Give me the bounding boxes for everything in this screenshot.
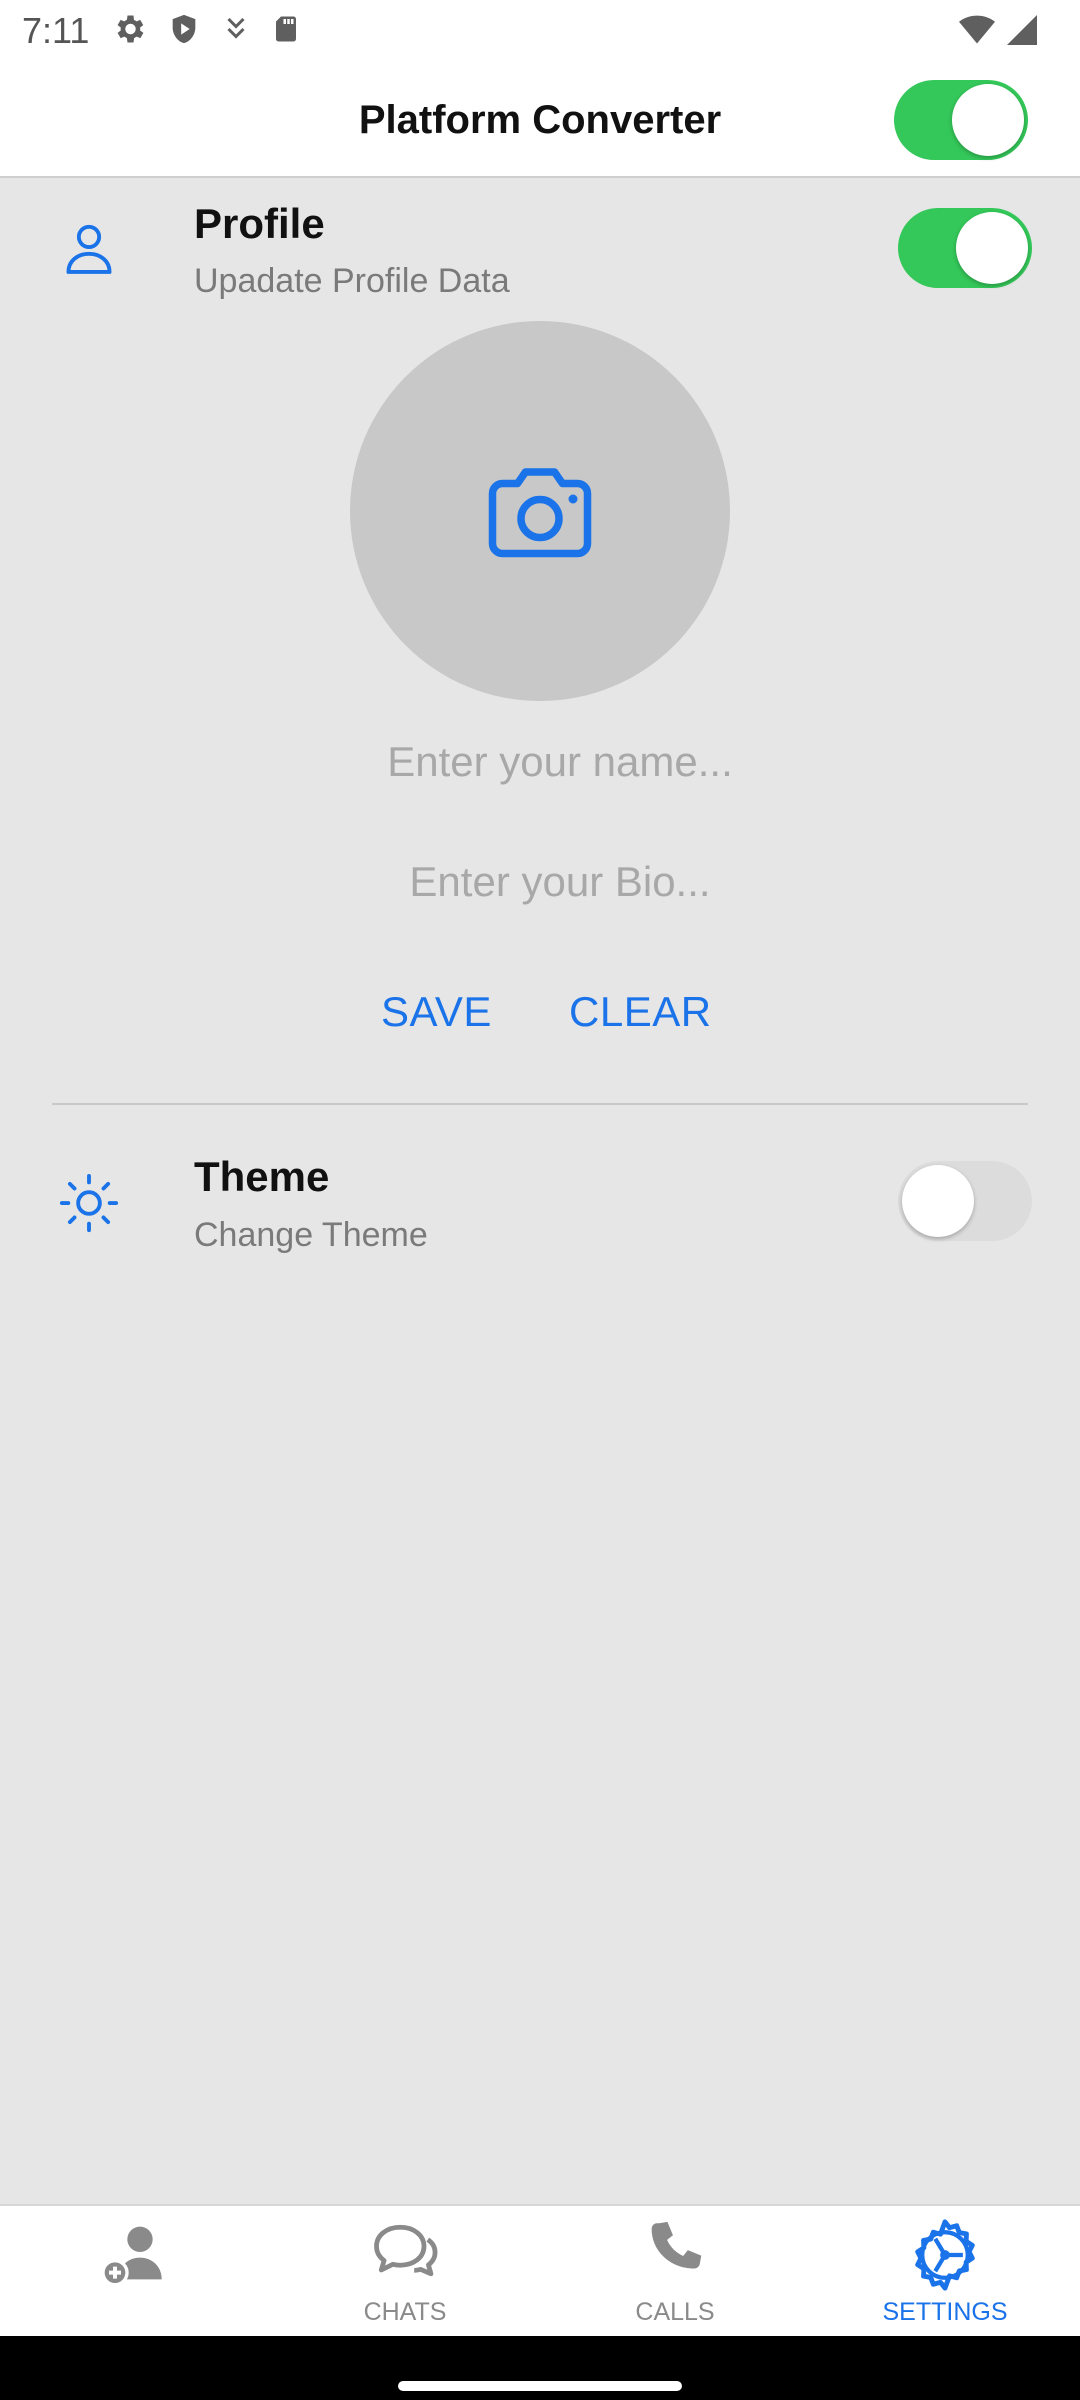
chat-bubbles-icon [367,2216,443,2291]
wifi-icon [956,12,998,53]
clear-button[interactable]: CLEAR [569,988,712,1036]
profile-toggle[interactable] [898,208,1032,288]
home-gesture-handle[interactable] [398,2381,682,2391]
shield-icon [167,11,201,52]
tab-label: CHATS [363,2298,447,2326]
signal-icon [1004,12,1040,53]
tab-settings[interactable]: SETTINGS [810,2206,1080,2338]
tab-calls[interactable]: CALLS [540,2206,810,2338]
theme-toggle[interactable] [898,1161,1032,1241]
status-bar: 7:11 [0,0,1080,62]
tab-chats[interactable]: CHATS [270,2206,540,2338]
toggle-knob [956,212,1028,284]
screen: 7:11 Platform Converter Profile Upadate … [0,0,1080,2400]
theme-title: Theme [194,1153,330,1200]
tab-label: CALLS [635,2298,715,2326]
settings-icon [111,11,147,52]
divider [52,1103,1028,1105]
status-icons [111,11,301,52]
status-icons-right [956,12,1040,53]
name-input[interactable]: Enter your name... [200,738,920,786]
settings-icon [906,2216,984,2299]
add-person-icon [95,2216,175,2301]
sd-card-icon [271,12,301,51]
tab-add-contact[interactable] [0,2206,270,2338]
phone-icon [640,2216,710,2291]
tab-label: SETTINGS [882,2298,1008,2326]
profile-subtitle: Upadate Profile Data [194,262,510,300]
profile-title: Profile [194,200,325,247]
tab-bar: CHATS CALLS SETTINGS [0,2204,1080,2336]
toggle-knob [952,84,1024,156]
download-icon [221,12,251,51]
save-button[interactable]: SAVE [381,988,492,1036]
theme-subtitle: Change Theme [194,1216,428,1254]
app-bar: Platform Converter [0,62,1080,178]
toggle-knob [902,1165,974,1237]
person-icon [60,220,118,283]
sun-icon [58,1172,120,1239]
bio-input[interactable]: Enter your Bio... [200,858,920,906]
platform-toggle[interactable] [894,80,1028,160]
avatar-picker[interactable] [350,321,730,701]
status-time: 7:11 [22,10,90,51]
